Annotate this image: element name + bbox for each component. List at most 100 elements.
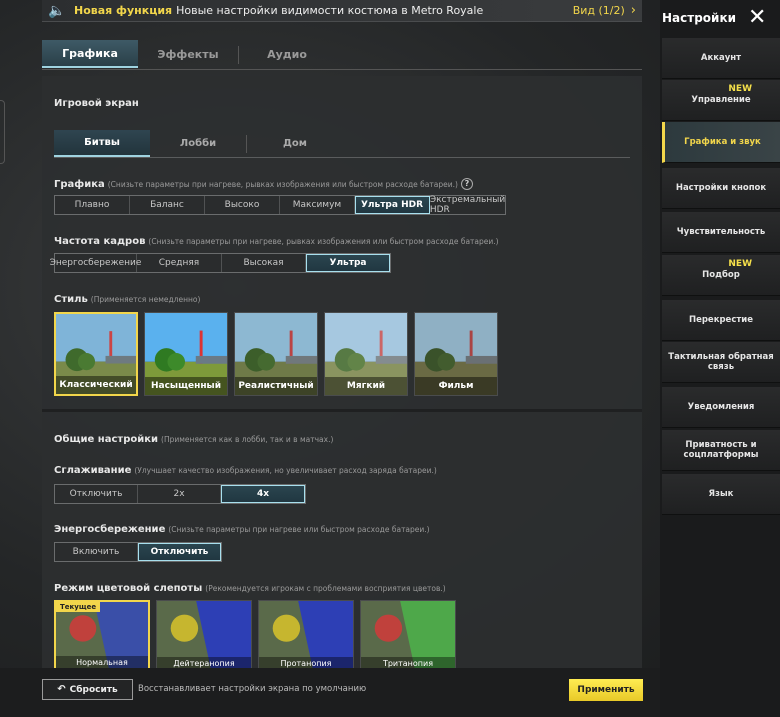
power-saving-label-row: Энергосбережение (Снизьте параметры при н… (54, 524, 430, 535)
style-label-soft: Мягкий (325, 377, 407, 395)
color-blind-options: Текущее Нормальная Дейтеранопия Протаноп… (54, 600, 456, 670)
graphics-option-max[interactable]: Максимум (280, 196, 355, 214)
antialiasing-option-off[interactable]: Отключить (55, 485, 138, 503)
sidebar-item-label: Подбор (702, 270, 740, 280)
sidebar-title: Настройки (662, 11, 737, 25)
sidebar-item-privacy[interactable]: Приватность и соцплатформы (662, 430, 780, 471)
game-screen-heading: Игровой экран (54, 98, 139, 109)
reset-hint: Восстанавливает настройки экрана по умол… (138, 684, 367, 694)
game-screen-subtabs: Битвы Лобби Дом (54, 130, 630, 158)
style-label-realistic: Реалистичный (235, 377, 317, 395)
speaker-icon: 🔈 (48, 2, 66, 19)
reset-button-label: Сбросить (69, 684, 118, 695)
notification-bar[interactable]: 🔈 Новая функция Новые настройки видимост… (42, 0, 642, 22)
power-saving-label: Энергосбережение (54, 524, 166, 535)
general-hint: (Применяется как в лобби, так и в матчах… (161, 435, 334, 444)
color-blind-option-protanopia[interactable]: Протанопия (258, 600, 354, 670)
sidebar-item-label: Чувствительность (676, 227, 766, 237)
general-heading-row: Общие настройки (Применяется как в лобби,… (54, 434, 333, 445)
current-badge: Текущее (56, 602, 101, 612)
sidebar-header: Настройки ✕ (660, 0, 780, 36)
new-badge: NEW (728, 84, 752, 94)
style-option-classic[interactable]: Классический (54, 312, 138, 396)
power-saving-option-on[interactable]: Включить (55, 543, 138, 561)
power-saving-hint: (Снизьте параметры при нагреве или быстр… (168, 525, 430, 534)
new-badge: NEW (728, 259, 752, 269)
color-blind-option-deuteranopia[interactable]: Дейтеранопия (156, 600, 252, 670)
graphics-selector: Плавно Баланс Высоко Максимум Ультра HDR… (54, 195, 506, 215)
color-blind-hint: (Рекомендуется игрокам с проблемами восп… (205, 584, 446, 593)
notification-view[interactable]: Вид (1/2) (573, 4, 625, 17)
sidebar-item-label: Приватность и соцплатформы (683, 440, 759, 460)
close-icon[interactable]: ✕ (748, 7, 766, 29)
antialiasing-hint: (Улучшает качество изображения, но увели… (134, 466, 437, 475)
sidebar-item-matchmaking[interactable]: NEW Подбор (662, 255, 780, 296)
sidebar-item-controls[interactable]: NEW Управление (662, 80, 780, 121)
color-blind-label: Режим цветовой слепоты (54, 583, 203, 594)
style-option-realistic[interactable]: Реалистичный (234, 312, 318, 396)
antialiasing-label: Сглаживание (54, 465, 132, 476)
power-saving-selector: Включить Отключить (54, 542, 222, 562)
graphics-option-ultra-hdr[interactable]: Ультра HDR (355, 196, 430, 214)
category-tabs: Графика Эффекты Аудио (42, 40, 642, 70)
sidebar-item-sensitivity[interactable]: Чувствительность (662, 212, 780, 253)
fps-label-row: Частота кадров (Снизьте параметры при наг… (54, 236, 499, 247)
side-handle[interactable] (0, 100, 5, 164)
fps-option-power-save[interactable]: Энергосбережение (50, 254, 141, 272)
subtab-home[interactable]: Дом (247, 130, 343, 157)
style-label-row: Стиль (Применяется немедленно) (54, 294, 200, 305)
graphics-option-smooth[interactable]: Плавно (55, 196, 130, 214)
undo-icon: ↶ (57, 684, 66, 695)
style-label-saturated: Насыщенный (145, 377, 227, 395)
antialiasing-option-4x[interactable]: 4x (221, 485, 305, 503)
style-option-film[interactable]: Фильм (414, 312, 498, 396)
fps-option-ultra[interactable]: Ультра (306, 254, 390, 272)
style-label-film: Фильм (415, 377, 497, 395)
sidebar-item-button-settings[interactable]: Настройки кнопок (662, 168, 780, 209)
tab-effects[interactable]: Эффекты (140, 40, 236, 68)
style-label: Стиль (54, 294, 88, 305)
fps-option-high[interactable]: Высокая (222, 254, 306, 272)
graphics-label-row: Графика (Снизьте параметры при нагреве, р… (54, 178, 473, 190)
color-blind-option-normal[interactable]: Текущее Нормальная (54, 600, 150, 670)
sidebar-item-label: Уведомления (687, 402, 755, 412)
style-label-classic: Классический (56, 376, 136, 394)
fps-option-medium[interactable]: Средняя (137, 254, 222, 272)
sidebar-item-label: Управление (691, 95, 751, 105)
style-options: Классический Насыщенный Реалистичный Мяг… (54, 312, 498, 396)
subtab-battles[interactable]: Битвы (54, 130, 150, 157)
sidebar-item-notifications[interactable]: Уведомления (662, 387, 780, 428)
antialiasing-selector: Отключить 2x 4x (54, 484, 306, 504)
graphics-option-high[interactable]: Высоко (205, 196, 280, 214)
sidebar-item-account[interactable]: Аккаунт (662, 38, 780, 79)
antialiasing-option-2x[interactable]: 2x (138, 485, 221, 503)
general-heading: Общие настройки (54, 434, 159, 445)
style-option-soft[interactable]: Мягкий (324, 312, 408, 396)
sidebar-item-graphics-sound[interactable]: Графика и звук (662, 122, 780, 163)
sidebar-item-label: Аккаунт (700, 53, 742, 63)
sidebar-item-label: Тактильная обратная связь (668, 352, 774, 372)
graphics-hint: (Снизьте параметры при нагреве, рывках и… (107, 180, 458, 189)
settings-panel: Игровой экран Битвы Лобби Дом Графика (Сн… (42, 76, 642, 676)
color-blind-option-tritanopia[interactable]: Тританопия (360, 600, 456, 670)
sidebar-item-label: Язык (708, 489, 734, 499)
tab-graphics[interactable]: Графика (42, 40, 138, 68)
tab-audio[interactable]: Аудио (239, 40, 335, 68)
sidebar-item-language[interactable]: Язык (662, 474, 780, 515)
style-option-saturated[interactable]: Насыщенный (144, 312, 228, 396)
antialiasing-label-row: Сглаживание (Улучшает качество изображени… (54, 465, 437, 476)
graphics-option-balance[interactable]: Баланс (130, 196, 205, 214)
power-saving-option-off[interactable]: Отключить (138, 543, 221, 561)
reset-button[interactable]: ↶ Сбросить (42, 679, 133, 700)
help-icon[interactable]: ? (460, 178, 473, 190)
chevron-right-icon[interactable]: › (631, 3, 636, 18)
general-settings-section: Общие настройки (Применяется как в лобби,… (42, 416, 642, 676)
sidebar-item-label: Перекрестие (688, 315, 754, 325)
apply-button[interactable]: Применить (569, 679, 643, 701)
subtab-lobby[interactable]: Лобби (150, 130, 246, 157)
sidebar-item-haptics[interactable]: Тактильная обратная связь (662, 342, 780, 383)
fps-label: Частота кадров (54, 236, 146, 247)
graphics-option-extreme-hdr[interactable]: Экстремальный HDR (430, 195, 505, 215)
sidebar-item-crosshair[interactable]: Перекрестие (662, 300, 780, 341)
notification-label: Новая функция (74, 4, 173, 17)
